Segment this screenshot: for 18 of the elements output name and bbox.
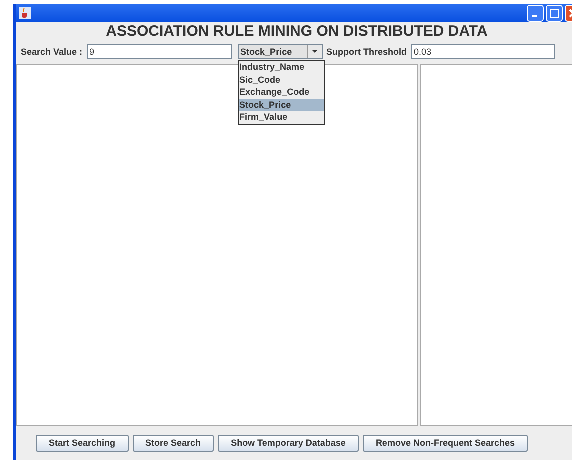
- maximize-icon: [550, 8, 559, 18]
- action-button[interactable]: Store Search: [132, 434, 214, 452]
- action-button[interactable]: Remove Non-Frequent Searches: [362, 434, 528, 452]
- search-value-field[interactable]: 9: [86, 44, 232, 59]
- minimize-button[interactable]: [527, 4, 544, 22]
- dropdown-option[interactable]: Industry_Name: [238, 61, 324, 74]
- dropdown-option[interactable]: Exchange_Code: [238, 86, 324, 98]
- support-threshold-field[interactable]: 0.03: [411, 44, 556, 59]
- search-value-label: Search Value :: [21, 46, 83, 56]
- action-button[interactable]: Start Searching: [36, 434, 129, 452]
- dropdown-option[interactable]: Stock_Price: [238, 98, 324, 111]
- action-button[interactable]: Show Temporary Database: [218, 434, 359, 452]
- maximize-button[interactable]: [546, 4, 563, 22]
- dropdown-option[interactable]: Firm_Value: [238, 111, 324, 124]
- page-heading: ASSOCIATION RULE MINING ON DISTRIBUTED DATA: [105, 22, 489, 42]
- dropdown-option[interactable]: Sic_Code: [238, 74, 324, 86]
- java-cup-icon: [19, 7, 31, 19]
- support-threshold-label: Support Threshold: [326, 46, 408, 56]
